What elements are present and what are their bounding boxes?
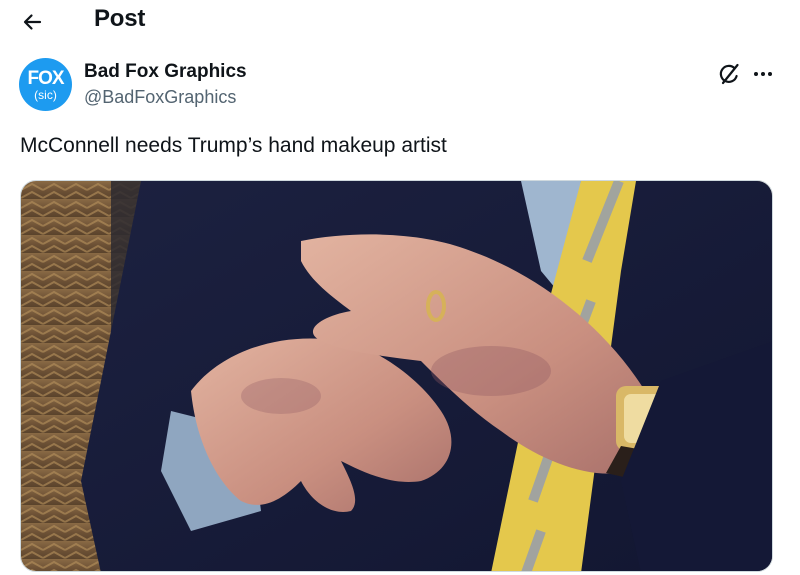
author-display-name[interactable]: Bad Fox Graphics	[84, 61, 247, 83]
grok-icon	[719, 63, 739, 85]
tweet-media-image[interactable]	[20, 180, 773, 572]
more-horizontal-icon	[754, 72, 772, 76]
page-title: Post	[94, 5, 146, 32]
arrow-left-icon	[23, 14, 42, 30]
tweet-text: McConnell needs Trump’s hand makeup arti…	[20, 134, 447, 157]
avatar-logo-subtext: (sic)	[34, 87, 57, 102]
avatar-logo-text: FOX	[27, 67, 64, 89]
top-bar: Post	[0, 0, 800, 42]
grok-button[interactable]	[712, 59, 746, 89]
back-button[interactable]	[14, 4, 50, 40]
avatar[interactable]: FOX (sic)	[19, 58, 72, 111]
hands-photo	[21, 181, 772, 571]
author-handle[interactable]: @BadFoxGraphics	[84, 87, 236, 108]
more-options-button[interactable]	[748, 59, 778, 89]
